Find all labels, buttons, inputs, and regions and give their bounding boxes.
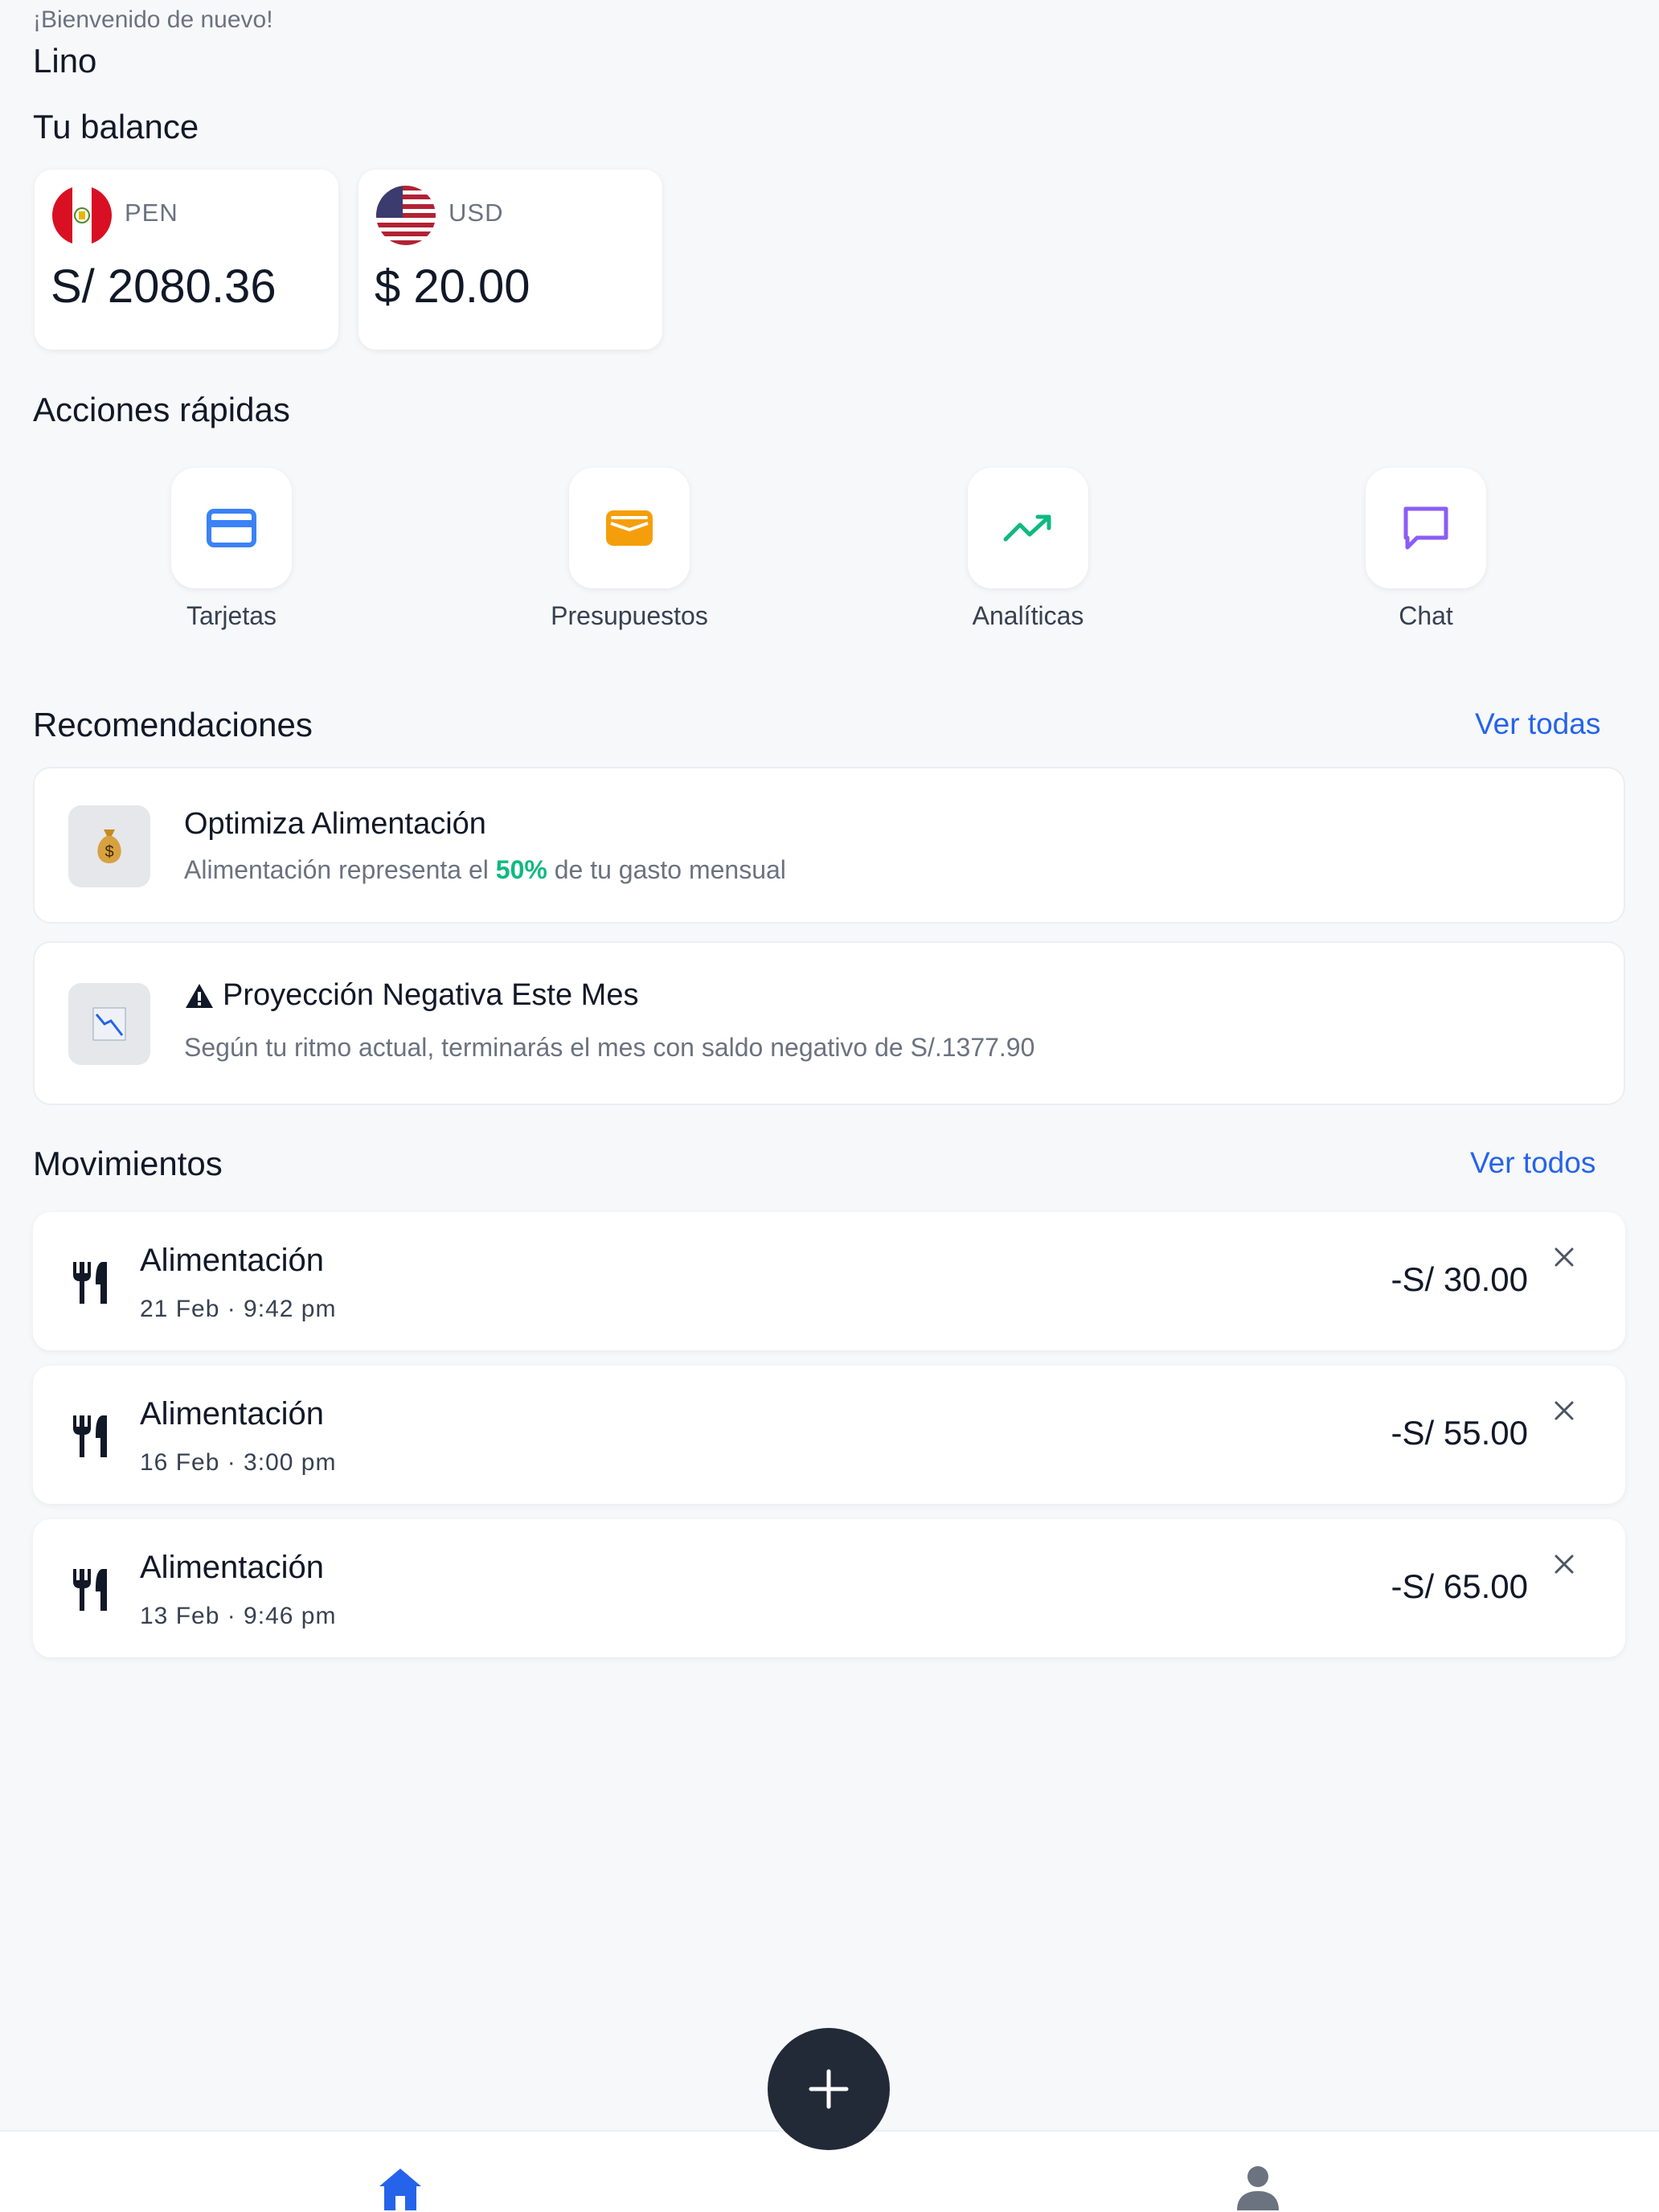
utensils-icon — [73, 1415, 107, 1457]
svg-text:$: $ — [104, 843, 113, 861]
credit-card-icon — [207, 509, 256, 547]
recommendation-card[interactable]: $ Optimiza Alimentación Alimentación rep… — [33, 767, 1625, 924]
movement-category: Alimentación — [140, 1550, 325, 1585]
quick-action-chat[interactable]: Chat — [1346, 468, 1506, 631]
warning-icon — [186, 983, 213, 1008]
recommendation-card[interactable]: Proyección Negativa Este Mes Según tu ri… — [33, 941, 1625, 1105]
quick-action-label: Chat — [1399, 601, 1453, 630]
close-icon[interactable] — [1551, 1244, 1577, 1270]
plus-icon — [809, 2069, 849, 2109]
balance-card-usd[interactable]: USD $ 20.00 — [358, 170, 662, 350]
close-icon[interactable] — [1551, 1551, 1577, 1577]
see-all-movements-link[interactable]: Ver todos — [1470, 1146, 1596, 1180]
recommendation-title: Optimiza Alimentación — [184, 807, 486, 841]
close-icon[interactable] — [1551, 1398, 1577, 1423]
movement-category: Alimentación — [140, 1396, 325, 1432]
chat-icon — [1403, 506, 1448, 550]
balance-amount: $ 20.00 — [375, 260, 530, 313]
movement-amount: -S/ 30.00 — [1391, 1260, 1528, 1298]
recommendations-title: Recomendaciones — [33, 706, 313, 743]
percentage-highlight: 50% — [495, 855, 547, 884]
recommendation-title-row: Proyección Negativa Este Mes — [184, 978, 638, 1013]
see-all-recommendations-link[interactable]: Ver todas — [1475, 707, 1600, 741]
quick-action-tarjetas[interactable]: Tarjetas — [151, 468, 312, 631]
quick-action-label: Analíticas — [972, 601, 1084, 630]
movement-amount: -S/ 65.00 — [1391, 1567, 1528, 1605]
recommendation-description: Alimentación representa el 50% de tu gas… — [184, 855, 786, 884]
balance-amount: S/ 2080.36 — [51, 260, 276, 313]
movement-date: 16 Feb · 3:00 pm — [140, 1449, 337, 1476]
movement-date: 13 Feb · 9:46 pm — [140, 1603, 337, 1629]
recommendation-title: Proyección Negativa Este Mes — [223, 978, 639, 1012]
user-icon[interactable] — [1235, 2164, 1280, 2212]
movement-amount: -S/ 55.00 — [1391, 1414, 1528, 1452]
movement-row[interactable]: Alimentación 21 Feb · 9:42 pm -S/ 30.00 — [33, 1212, 1625, 1350]
quick-action-analiticas[interactable]: Analíticas — [948, 468, 1108, 631]
quick-action-presupuestos[interactable]: Presupuestos — [549, 468, 710, 631]
quick-action-label: Presupuestos — [551, 601, 708, 630]
movement-row[interactable]: Alimentación 16 Feb · 3:00 pm -S/ 55.00 — [33, 1366, 1625, 1504]
quick-action-label: Tarjetas — [186, 601, 277, 630]
money-bag-icon: $ — [68, 805, 150, 887]
movement-category: Alimentación — [140, 1243, 325, 1278]
movement-date: 21 Feb · 9:42 pm — [140, 1296, 337, 1322]
peru-flag-icon — [52, 186, 112, 245]
utensils-icon — [73, 1262, 107, 1304]
quick-actions-title: Acciones rápidas — [33, 391, 290, 428]
wallet-icon — [606, 510, 653, 546]
balance-card-pen[interactable]: PEN S/ 2080.36 — [35, 170, 338, 350]
home-icon[interactable] — [376, 2165, 424, 2212]
currency-code: USD — [449, 199, 504, 227]
recommendation-description: Según tu ritmo actual, terminarás el mes… — [184, 1033, 1035, 1062]
usa-flag-icon — [376, 186, 436, 245]
movements-title: Movimientos — [33, 1145, 223, 1182]
chart-decreasing-icon — [68, 983, 150, 1065]
trending-up-icon — [1003, 514, 1051, 542]
currency-code: PEN — [125, 199, 178, 227]
add-transaction-button[interactable] — [768, 2028, 890, 2150]
utensils-icon — [73, 1569, 107, 1611]
movement-row[interactable]: Alimentación 13 Feb · 9:46 pm -S/ 65.00 — [33, 1519, 1625, 1657]
greeting-text: ¡Bienvenido de nuevo! — [33, 6, 273, 33]
balance-title: Tu balance — [33, 108, 199, 145]
username: Lino — [33, 42, 97, 80]
